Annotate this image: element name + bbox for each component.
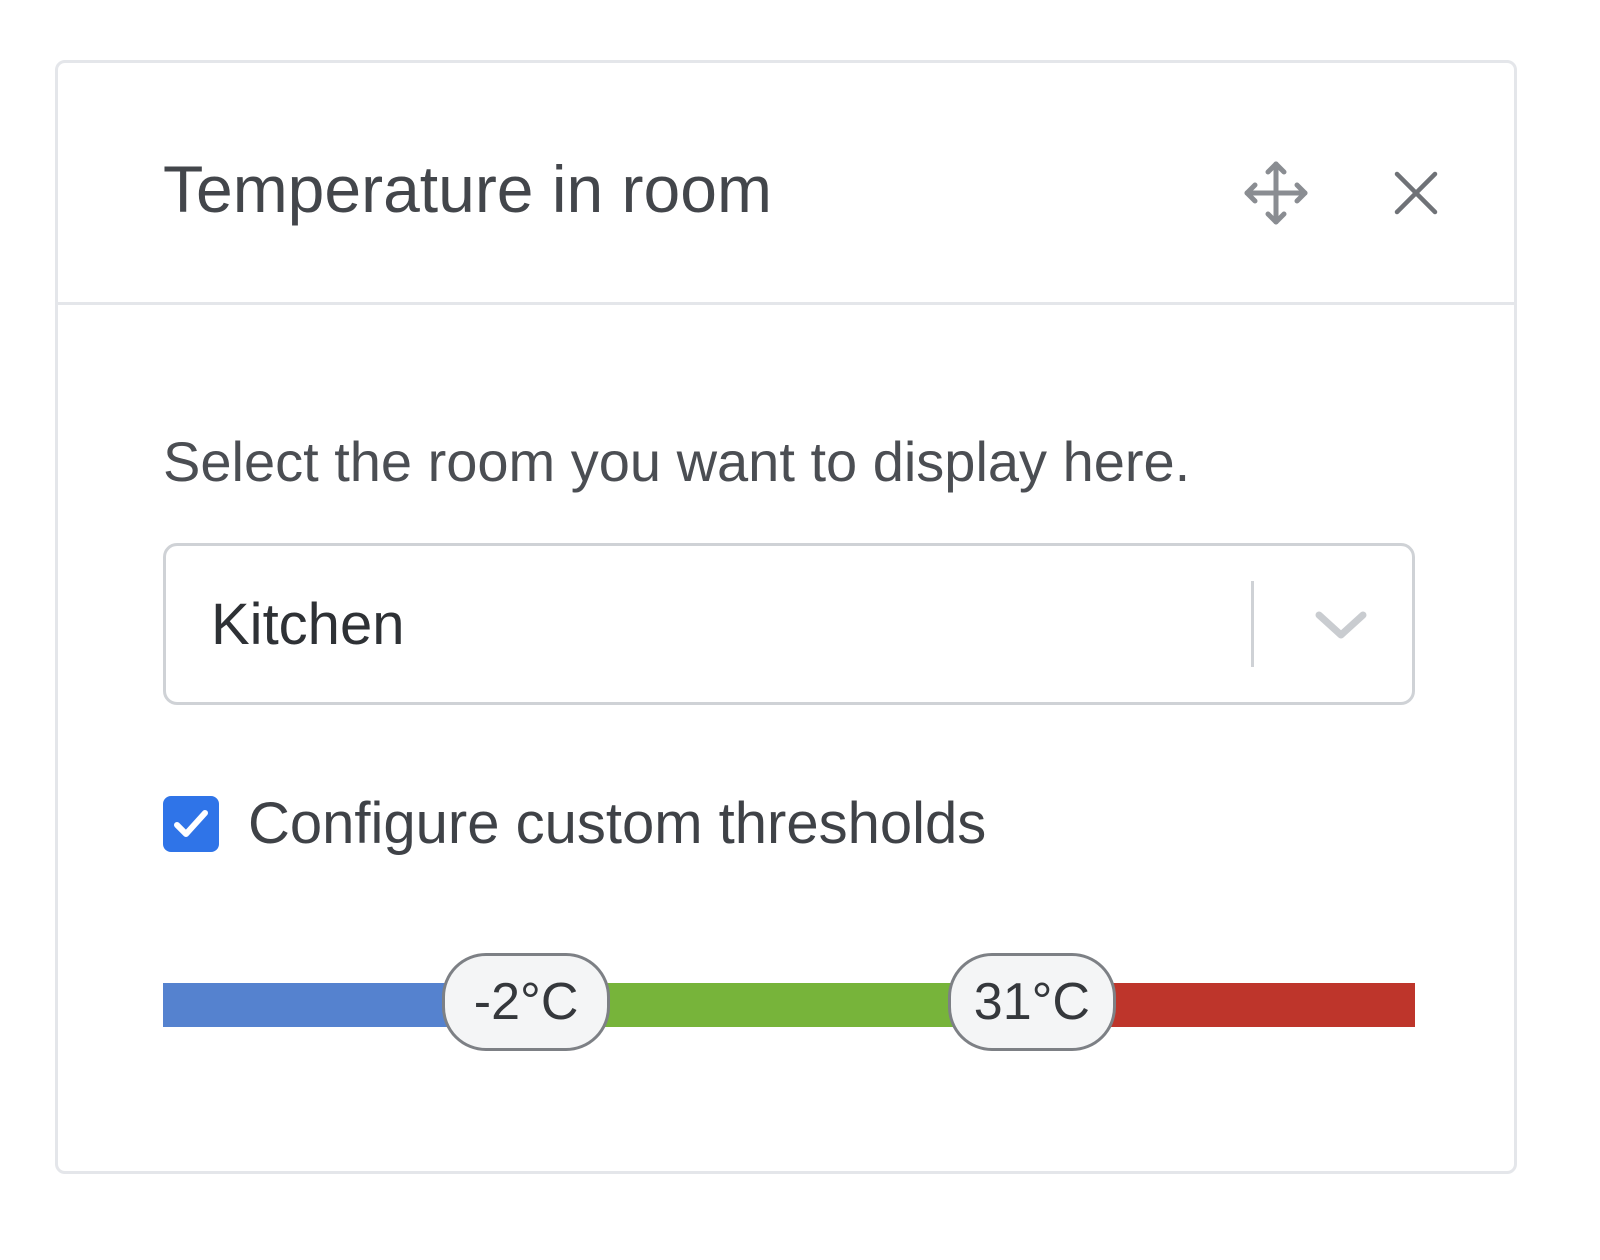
- high-threshold-handle[interactable]: 31°C: [947, 953, 1116, 1051]
- close-icon[interactable]: [1376, 153, 1456, 233]
- room-select-description: Select the room you want to display here…: [163, 430, 1191, 493]
- select-separator: [1251, 581, 1254, 667]
- threshold-range-slider[interactable]: -2°C 31°C: [163, 953, 1415, 1051]
- chevron-down-icon[interactable]: [1301, 590, 1381, 660]
- temperature-widget-card: Temperature in room Select the room you …: [55, 60, 1517, 1174]
- room-select-dropdown[interactable]: Kitchen: [163, 543, 1415, 705]
- custom-thresholds-label[interactable]: Configure custom thresholds: [248, 791, 986, 857]
- custom-thresholds-checkbox[interactable]: [163, 796, 219, 852]
- low-threshold-handle[interactable]: -2°C: [442, 953, 611, 1051]
- widget-header: Temperature in room: [58, 63, 1514, 305]
- room-select-value: Kitchen: [211, 592, 405, 657]
- move-arrows-icon[interactable]: [1236, 153, 1316, 233]
- checkmark-icon: [174, 810, 208, 837]
- widget-title: Temperature in room: [163, 152, 772, 226]
